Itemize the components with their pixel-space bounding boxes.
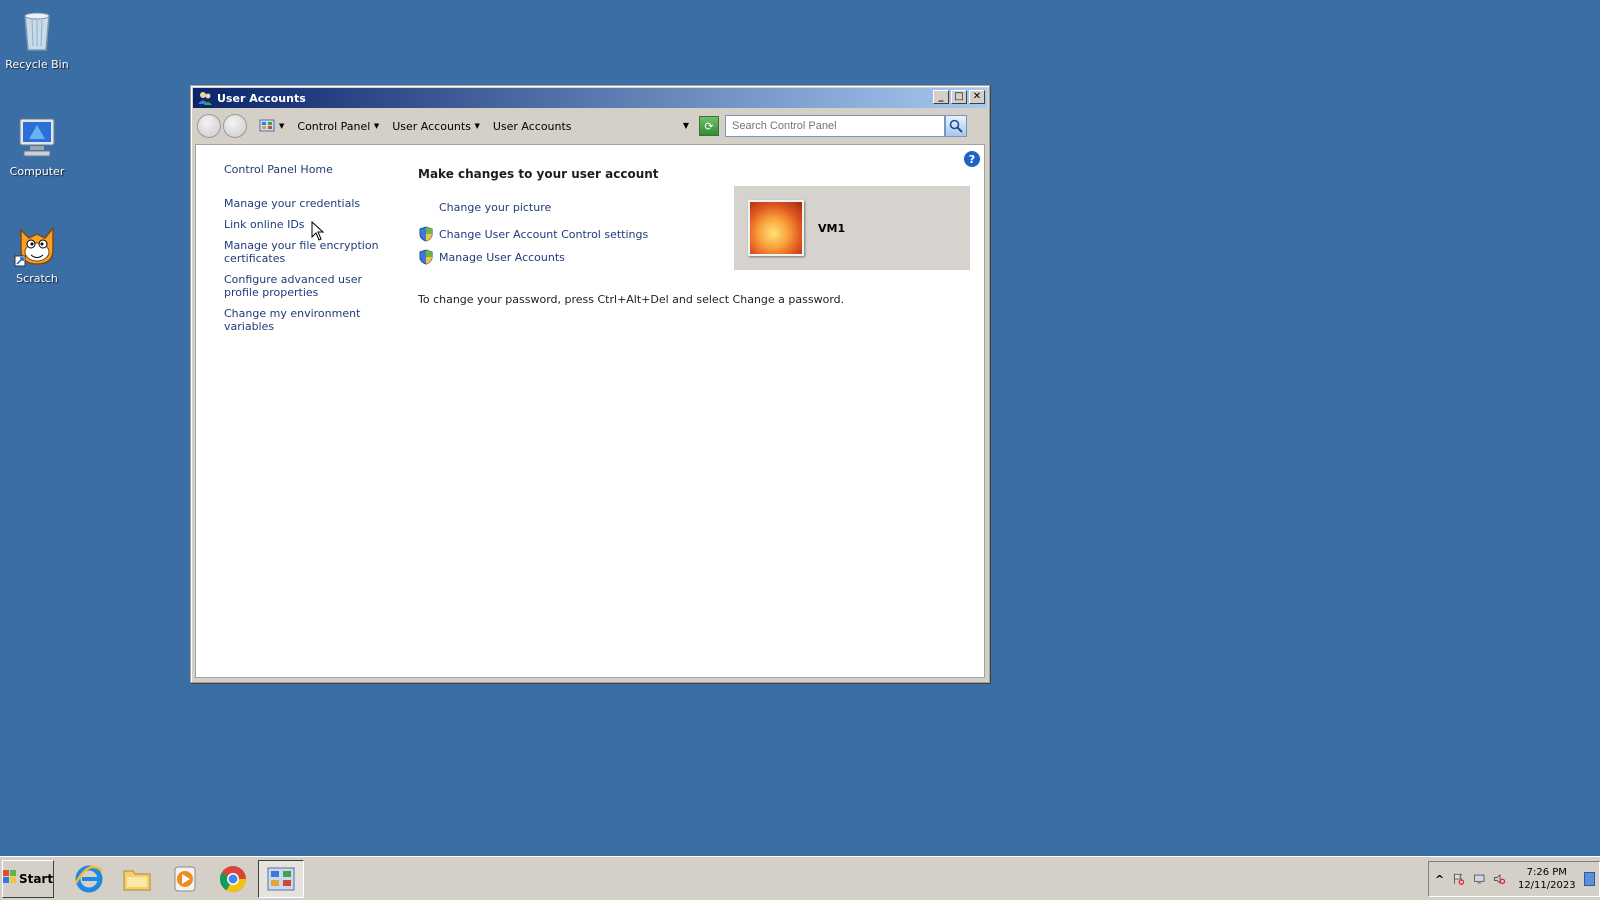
action-center-icon[interactable] [1452,871,1465,887]
user-picture[interactable] [748,200,804,256]
chevron-down-icon[interactable]: ▼ [374,122,379,130]
desktop-icon-label: Scratch [16,272,58,285]
sidebar-item-advanced-user-profile[interactable]: Configure advanced user profile properti… [224,273,399,299]
control-panel-icon [259,118,275,134]
refresh-button[interactable]: ⟳ [699,116,719,136]
desktop-icon-label: Recycle Bin [5,58,69,71]
file-explorer-icon [123,870,151,890]
address-bar[interactable]: ▼ Control Panel ▼ User Accounts ▼ User A… [255,115,695,137]
system-tray: ^ 7:26 PM 12/11/2023 [1428,861,1600,897]
sidebar-item-manage-credentials[interactable]: Manage your credentials [224,197,399,210]
network-icon[interactable] [1473,871,1486,887]
taskbar-file-explorer[interactable] [114,860,160,898]
taskbar-internet-explorer[interactable] [66,860,112,898]
breadcrumb-user-accounts[interactable]: User Accounts ▼ [392,120,485,133]
forward-button[interactable] [223,114,247,138]
desktop-icon-label: Computer [9,165,65,178]
clock-date: 12/11/2023 [1517,880,1576,891]
show-desktop-button[interactable] [1583,872,1596,886]
sidebar-item-environment-variables[interactable]: Change my environment variables [224,307,399,333]
search-button[interactable] [945,115,967,137]
clock[interactable]: 7:26 PM 12/11/2023 [1518,866,1576,892]
navigation-bar: ▼ Control Panel ▼ User Accounts ▼ User A… [193,110,987,142]
volume-muted-icon[interactable] [1493,871,1506,887]
close-button[interactable]: ✕ [969,90,985,104]
scratch-icon [13,220,61,268]
control-panel-icon [267,867,295,890]
maximize-button[interactable]: □ [951,90,967,104]
start-button[interactable]: Start [2,859,54,898]
tray-expand-icon[interactable]: ^ [1435,873,1444,886]
taskbar: Start ^ 7:26 PM 12/11/2023 [0,856,1600,900]
help-icon[interactable]: ? [964,151,980,167]
internet-explorer-icon [74,865,103,892]
minimize-button[interactable]: _ [933,90,949,104]
task-sidebar: Control Panel Home Manage your credentia… [224,163,399,333]
search-icon [949,119,963,133]
address-dropdown-icon[interactable]: ▼ [683,121,689,130]
chrome-icon [219,865,247,892]
user-card: VM1 [734,186,970,270]
media-player-icon [174,866,196,891]
window-titlebar[interactable]: User Accounts _ □ ✕ [193,88,987,108]
recycle-bin-icon [13,6,61,54]
computer-icon [13,113,61,161]
shield-icon [418,226,434,242]
breadcrumb-user-accounts-current[interactable]: User Accounts [493,120,572,133]
desktop-icon-recycle-bin[interactable]: Recycle Bin [0,6,74,71]
clock-time: 7:26 PM [1526,867,1567,878]
password-note: To change your password, press Ctrl+Alt+… [418,293,845,306]
taskbar-chrome[interactable] [210,860,256,898]
user-accounts-window: User Accounts _ □ ✕ ▼ Control Panel ▼ Us… [190,85,990,683]
search-input[interactable] [725,115,945,137]
chevron-down-icon[interactable]: ▼ [474,122,479,130]
back-button[interactable] [197,114,221,138]
user-name: VM1 [818,221,846,235]
desktop-icon-computer[interactable]: Computer [0,113,74,178]
taskbar-control-panel[interactable] [258,859,304,898]
mouse-cursor-icon [311,221,325,241]
page-title: Make changes to your user account [418,167,659,181]
sidebar-item-control-panel-home[interactable]: Control Panel Home [224,163,399,176]
windows-logo-icon [2,870,17,887]
user-accounts-icon [197,90,213,106]
breadcrumb-root-arrow[interactable]: ▼ [279,122,289,130]
sidebar-item-file-encryption-certificates[interactable]: Manage your file encryption certificates [224,239,399,265]
breadcrumb-control-panel[interactable]: Control Panel ▼ [297,120,384,133]
desktop-icon-scratch[interactable]: Scratch [0,220,74,285]
shield-icon [418,249,434,265]
window-title: User Accounts [217,91,306,105]
taskbar-media-player[interactable] [162,860,208,898]
